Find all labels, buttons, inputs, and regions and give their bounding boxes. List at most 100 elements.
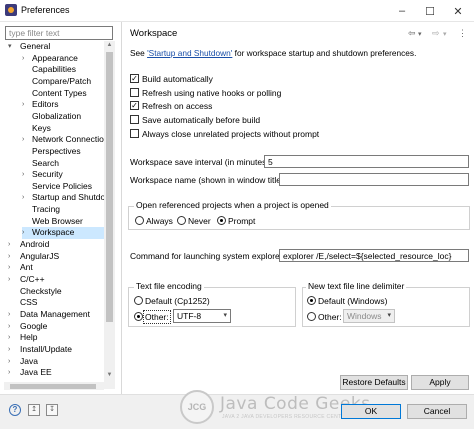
delimiter-default-radio[interactable] bbox=[307, 296, 316, 305]
tree-item[interactable]: Search bbox=[22, 158, 104, 170]
tree-item[interactable]: Web Browser bbox=[22, 216, 104, 228]
tree-item-label: Network Connection bbox=[32, 134, 104, 145]
tree-expand-icon[interactable]: › bbox=[22, 134, 24, 146]
refresh-native-hooks-label: Refresh using native hooks or polling bbox=[142, 88, 282, 98]
save-before-build-label: Save automatically before build bbox=[142, 115, 261, 125]
tree-item[interactable]: › Google bbox=[8, 321, 104, 333]
tree-expand-icon[interactable]: › bbox=[8, 262, 10, 274]
minimize-button[interactable]: – bbox=[388, 0, 416, 22]
tree-item[interactable]: › Security bbox=[22, 169, 104, 181]
encoding-other-radio[interactable] bbox=[134, 312, 143, 321]
tree-expand-icon[interactable]: ▾ bbox=[8, 41, 12, 53]
tree-expand-icon[interactable]: › bbox=[22, 53, 24, 65]
tree-item[interactable]: CSS bbox=[8, 297, 104, 309]
tree-item-label: Help bbox=[20, 332, 38, 343]
tree-item-label: Security bbox=[32, 169, 63, 180]
close-unrelated-projects-checkbox[interactable] bbox=[130, 129, 139, 138]
export-icon[interactable]: ↧ bbox=[46, 404, 58, 416]
tree-expand-icon[interactable]: › bbox=[22, 169, 24, 181]
back-menu-icon[interactable]: ▾ bbox=[418, 30, 422, 38]
tree-item[interactable]: Perspectives bbox=[22, 146, 104, 158]
restore-defaults-button[interactable]: Restore Defaults bbox=[340, 375, 408, 390]
tree-item[interactable]: ▾ General bbox=[8, 41, 104, 53]
scroll-up-icon[interactable]: ▲ bbox=[104, 42, 115, 48]
cancel-button[interactable]: Cancel bbox=[407, 404, 467, 419]
tree-expand-icon[interactable]: › bbox=[8, 239, 10, 251]
delimiter-other-radio[interactable] bbox=[307, 312, 316, 321]
encoding-select[interactable]: UTF-8 ▾ bbox=[173, 309, 231, 323]
encoding-default-radio[interactable] bbox=[134, 296, 143, 305]
tree-expand-icon[interactable]: › bbox=[8, 251, 10, 263]
encoding-default-label: Default (Cp1252) bbox=[145, 296, 210, 306]
tree-item[interactable]: Globalization bbox=[22, 111, 104, 123]
tree-item[interactable]: › Appearance bbox=[22, 53, 104, 65]
forward-icon[interactable]: ⇨ bbox=[432, 28, 440, 39]
tree-item[interactable]: Service Policies bbox=[22, 181, 104, 193]
startup-shutdown-link[interactable]: 'Startup and Shutdown' bbox=[147, 48, 232, 58]
tree-expand-icon[interactable]: › bbox=[22, 227, 24, 239]
tree-item[interactable]: › Workspace bbox=[22, 227, 104, 239]
close-button[interactable]: ✕ bbox=[444, 0, 472, 22]
filter-input[interactable]: type filter text bbox=[5, 26, 113, 40]
save-before-build-checkbox[interactable] bbox=[130, 115, 139, 124]
view-menu-icon[interactable]: ⋮ bbox=[458, 28, 467, 39]
tree-item-label: Globalization bbox=[32, 110, 82, 121]
tree-hscroll-thumb[interactable] bbox=[10, 384, 96, 389]
tree-item[interactable]: › Java EE bbox=[8, 367, 104, 379]
import-icon[interactable]: ↥ bbox=[28, 404, 40, 416]
explorer-command-input[interactable]: explorer /E,/select=${selected_resource_… bbox=[279, 249, 469, 262]
forward-menu-icon[interactable]: ▾ bbox=[443, 30, 447, 38]
watermark-subtitle: JAVA 2 JAVA DEVELOPERS RESOURCE CENTER bbox=[222, 414, 349, 420]
tree-expand-icon[interactable]: › bbox=[8, 367, 10, 379]
tree-expand-icon[interactable]: › bbox=[8, 321, 10, 333]
tree-item[interactable]: Tracing bbox=[22, 204, 104, 216]
refresh-on-access-checkbox[interactable]: ✓ bbox=[130, 101, 139, 110]
tree-item[interactable]: Content Types bbox=[22, 88, 104, 100]
tree-item[interactable]: › C/C++ bbox=[8, 274, 104, 286]
delimiter-other-label: Other: bbox=[318, 312, 342, 322]
refresh-native-hooks-checkbox[interactable] bbox=[130, 88, 139, 97]
tree-item-label: Appearance bbox=[32, 52, 78, 63]
scroll-down-icon[interactable]: ▼ bbox=[104, 372, 115, 378]
never-radio[interactable] bbox=[177, 216, 186, 225]
tree-expand-icon[interactable]: › bbox=[8, 356, 10, 368]
help-icon[interactable]: ? bbox=[9, 404, 21, 416]
tree-expand-icon[interactable]: › bbox=[8, 274, 10, 286]
tree-scroll-thumb[interactable] bbox=[106, 52, 113, 322]
tree-item[interactable]: › Install/Update bbox=[8, 344, 104, 356]
maximize-button[interactable]: ☐ bbox=[416, 0, 444, 22]
save-interval-input[interactable]: 5 bbox=[264, 155, 469, 168]
encoding-select-value: UTF-8 bbox=[177, 311, 202, 321]
tree-item[interactable]: Checkstyle bbox=[8, 286, 104, 298]
always-radio[interactable] bbox=[135, 216, 144, 225]
tree-item[interactable]: › Network Connection bbox=[22, 134, 104, 146]
tree-item-label: Java bbox=[20, 355, 38, 366]
tree-item[interactable]: Compare/Patch bbox=[22, 76, 104, 88]
build-automatically-checkbox[interactable]: ✓ bbox=[130, 74, 139, 83]
tree-item[interactable]: › Java bbox=[8, 356, 104, 368]
tree-expand-icon[interactable]: › bbox=[8, 344, 10, 356]
ok-button[interactable]: OK bbox=[341, 404, 401, 419]
delimiter-select[interactable]: Windows ▾ bbox=[343, 309, 395, 323]
apply-button[interactable]: Apply bbox=[411, 375, 469, 390]
tree-item[interactable]: › Editors bbox=[22, 99, 104, 111]
tree-item[interactable]: › Android bbox=[8, 239, 104, 251]
tree-item[interactable]: › Help bbox=[8, 332, 104, 344]
tree-item-label: Compare/Patch bbox=[32, 75, 92, 86]
back-icon[interactable]: ⇦ bbox=[408, 28, 416, 39]
tree-expand-icon[interactable]: › bbox=[8, 309, 10, 321]
workspace-name-input[interactable] bbox=[279, 173, 469, 186]
tree-expand-icon[interactable]: › bbox=[22, 192, 24, 204]
tree-item[interactable]: › Startup and Shutdown bbox=[22, 192, 104, 204]
tree-item[interactable]: Capabilities bbox=[22, 64, 104, 76]
tree-item[interactable]: › AngularJS bbox=[8, 251, 104, 263]
tree-item[interactable]: Keys bbox=[22, 123, 104, 135]
prompt-radio[interactable] bbox=[217, 216, 226, 225]
tree-item[interactable]: › Ant bbox=[8, 262, 104, 274]
never-label: Never bbox=[188, 216, 211, 226]
tree-expand-icon[interactable]: › bbox=[8, 332, 10, 344]
tree-item-label: Data Management bbox=[20, 308, 90, 319]
note-suffix: for workspace startup and shutdown prefe… bbox=[232, 48, 417, 58]
tree-item[interactable]: › Data Management bbox=[8, 309, 104, 321]
tree-expand-icon[interactable]: › bbox=[22, 99, 24, 111]
